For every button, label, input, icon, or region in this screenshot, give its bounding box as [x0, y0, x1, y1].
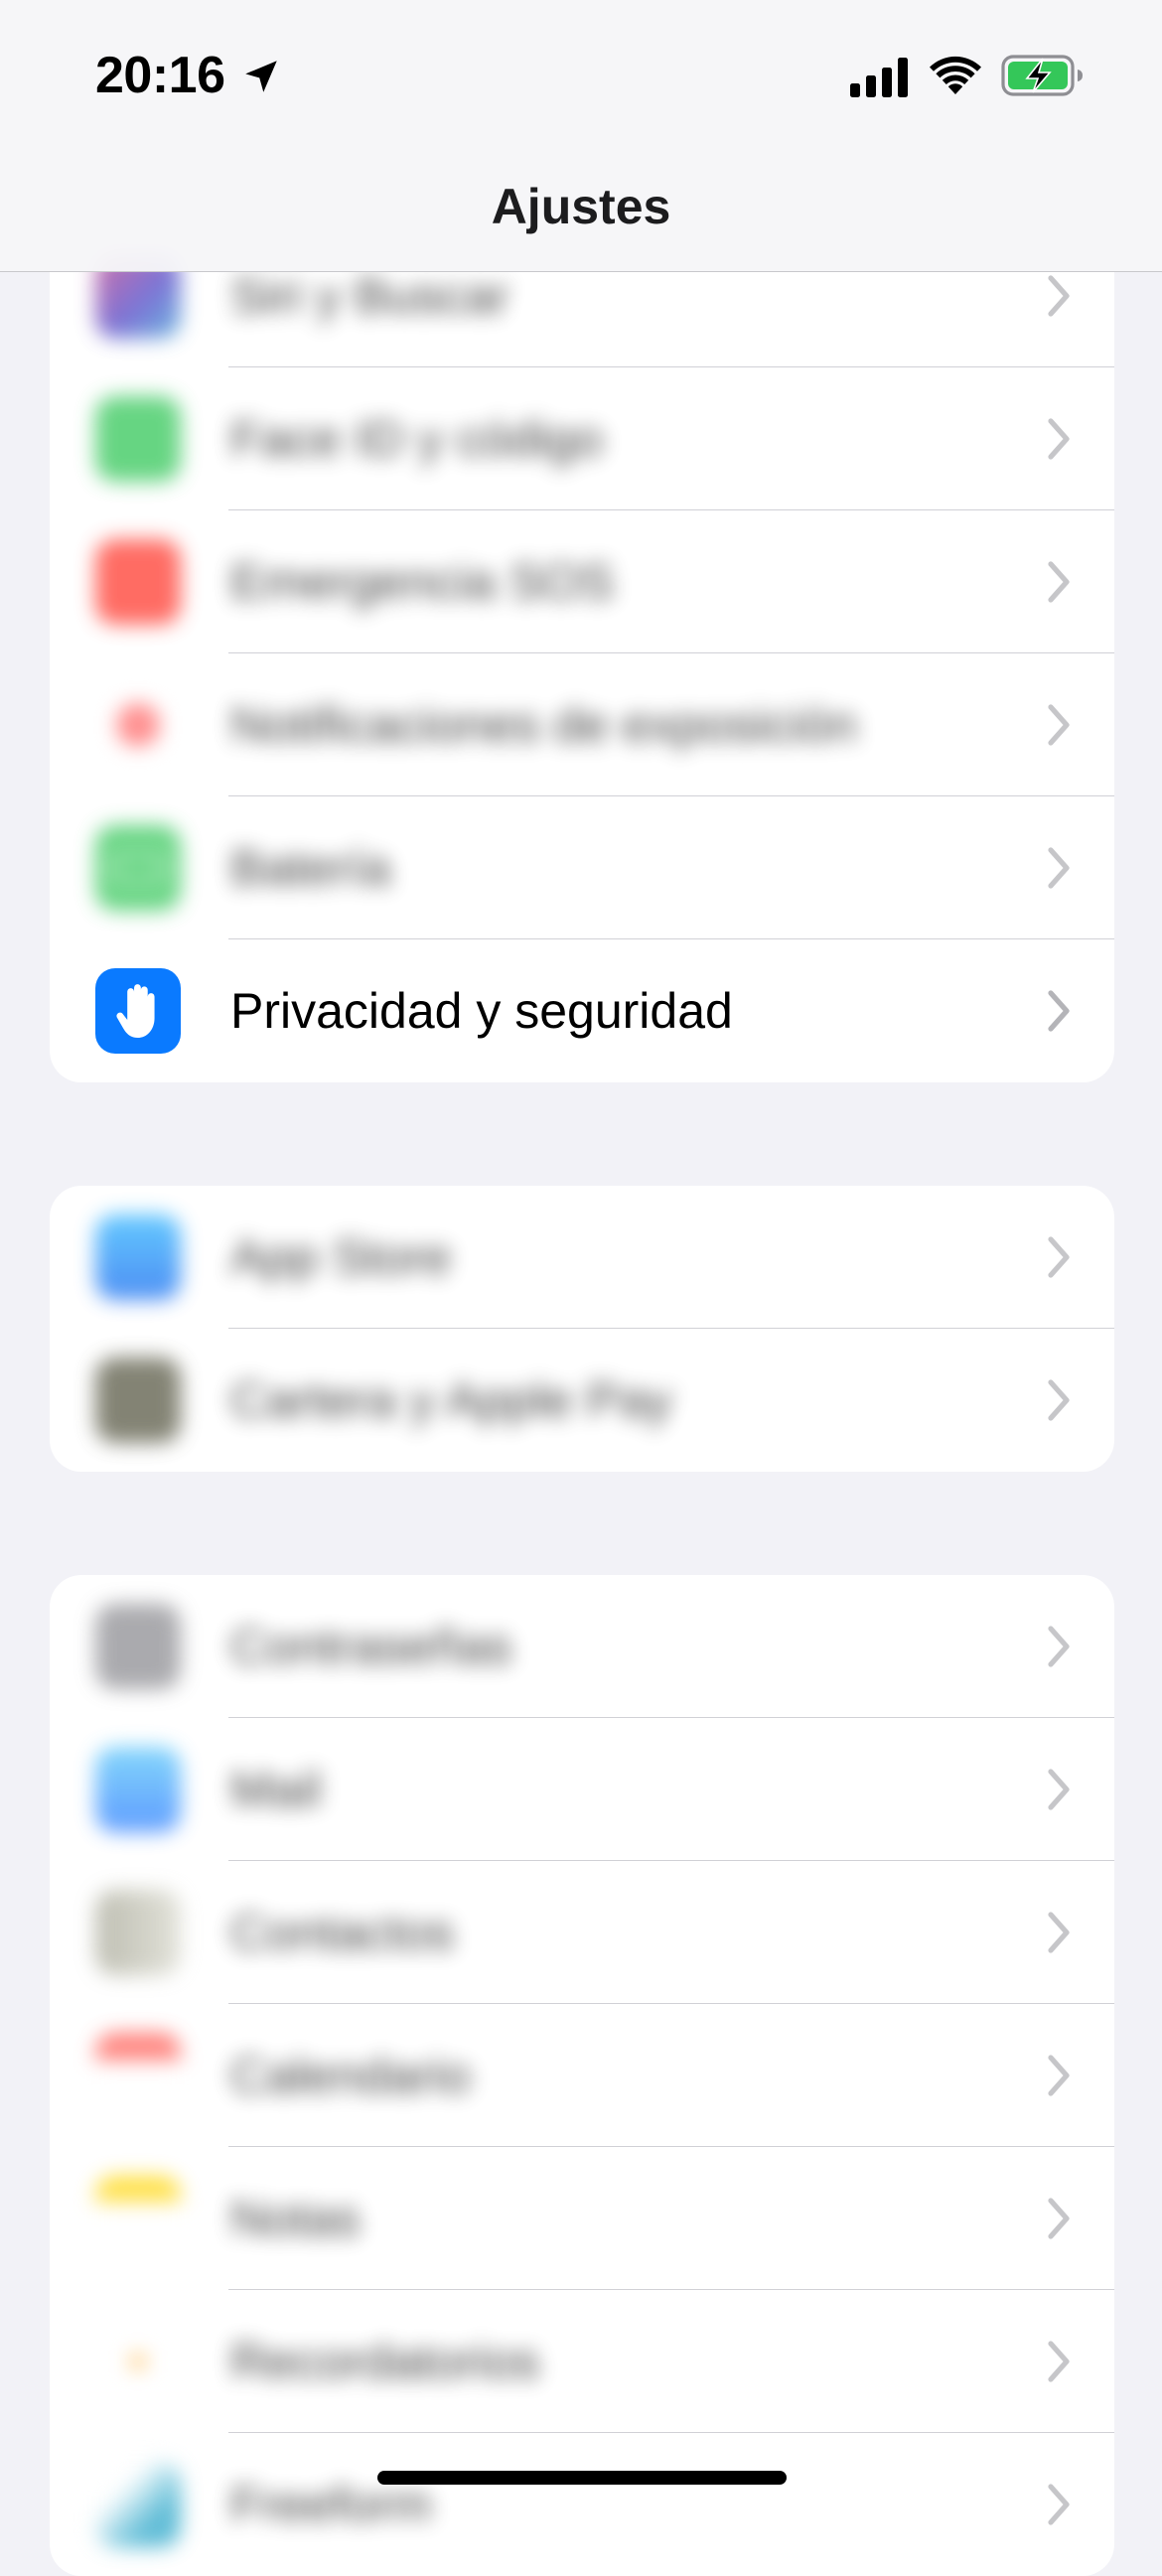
settings-row-reminders[interactable]: Recordatorios	[50, 2290, 1114, 2433]
settings-row-calendar[interactable]: Calendario	[50, 2004, 1114, 2147]
cellular-signal-icon	[850, 58, 908, 97]
location-arrow-icon	[245, 61, 277, 92]
calendar-icon	[95, 2033, 181, 2118]
freeform-icon	[95, 2462, 181, 2547]
settings-row-privacy[interactable]: Privacidad y seguridad	[50, 939, 1114, 1082]
chevron-right-icon	[1048, 847, 1070, 889]
settings-row-sos[interactable]: Emergencia SOS	[50, 510, 1114, 653]
settings-row-notes[interactable]: Notas	[50, 2147, 1114, 2290]
settings-row-label: Notas	[230, 2191, 361, 2246]
chevron-right-icon	[1048, 418, 1070, 460]
chevron-right-icon	[1048, 561, 1070, 603]
reminders-icon	[95, 2319, 181, 2404]
key-icon	[95, 1604, 181, 1689]
face-id-icon	[95, 396, 181, 482]
battery-icon	[95, 825, 181, 911]
settings-row-label: Calendario	[230, 2048, 471, 2103]
chevron-right-icon	[1048, 1626, 1070, 1667]
settings-row-freeform[interactable]: Freeform	[50, 2433, 1114, 2576]
settings-group-privacy: Siri y Buscar Face ID y código Emergenci…	[50, 224, 1114, 1082]
settings-row-exposure[interactable]: Notificaciones de exposición	[50, 653, 1114, 796]
navigation-bar: 20:16 Ajustes	[0, 0, 1162, 272]
settings-row-contacts[interactable]: Contactos	[50, 1861, 1114, 2004]
settings-row-mail[interactable]: Mail	[50, 1718, 1114, 1861]
battery-charging-icon	[1001, 55, 1083, 96]
settings-row-label: Recordatorios	[230, 2334, 540, 2389]
settings-row-battery[interactable]: Batería	[50, 796, 1114, 939]
settings-group-apps: Contraseñas Mail Contactos Calendario No…	[50, 1575, 1114, 2576]
exposure-icon	[95, 682, 181, 768]
hand-raised-icon	[116, 984, 155, 1038]
settings-row-label: Contactos	[230, 1905, 455, 1960]
mail-icon	[95, 1747, 181, 1832]
settings-row-face-id[interactable]: Face ID y código	[50, 367, 1114, 510]
home-indicator[interactable]	[377, 2471, 787, 2485]
hand-icon	[95, 968, 181, 1054]
chevron-right-icon	[1048, 990, 1070, 1032]
settings-row-label: Mail	[230, 1762, 322, 1817]
sos-icon	[95, 539, 181, 625]
settings-row-label: Face ID y código	[230, 411, 604, 467]
page-title: Ajustes	[491, 179, 671, 234]
settings-row-label: Siri y Buscar	[230, 268, 509, 324]
notes-icon	[95, 2176, 181, 2261]
chevron-right-icon	[1048, 2484, 1070, 2525]
settings-row-label: Notificaciones de exposición	[230, 697, 857, 753]
chevron-right-icon	[1048, 1379, 1070, 1421]
settings-row-app-store[interactable]: App Store	[50, 1186, 1114, 1329]
chevron-right-icon	[1048, 1912, 1070, 1953]
settings-row-passwords[interactable]: Contraseñas	[50, 1575, 1114, 1718]
settings-row-label: Privacidad y seguridad	[230, 983, 733, 1039]
status-time: 20:16	[95, 47, 225, 104]
app-store-icon	[95, 1215, 181, 1300]
chevron-right-icon	[1048, 704, 1070, 746]
wifi-icon	[930, 56, 981, 94]
settings-row-wallet[interactable]: Cartera y Apple Pay	[50, 1329, 1114, 1472]
settings-group-store: App Store Cartera y Apple Pay	[50, 1186, 1114, 1472]
settings-row-label: Cartera y Apple Pay	[230, 1372, 672, 1428]
chevron-right-icon	[1048, 275, 1070, 317]
settings-row-label: Emergencia SOS	[230, 554, 615, 610]
settings-row-label: Batería	[230, 840, 391, 896]
chevron-right-icon	[1048, 2055, 1070, 2096]
settings-row-label: Freeform	[230, 2477, 432, 2532]
wallet-icon	[95, 1358, 181, 1443]
chevron-right-icon	[1048, 1236, 1070, 1278]
chevron-right-icon	[1048, 2341, 1070, 2382]
settings-row-label: Contraseñas	[230, 1619, 512, 1674]
chevron-right-icon	[1048, 2198, 1070, 2239]
chevron-right-icon	[1048, 1769, 1070, 1810]
settings-row-label: App Store	[230, 1229, 452, 1285]
contacts-icon	[95, 1890, 181, 1975]
